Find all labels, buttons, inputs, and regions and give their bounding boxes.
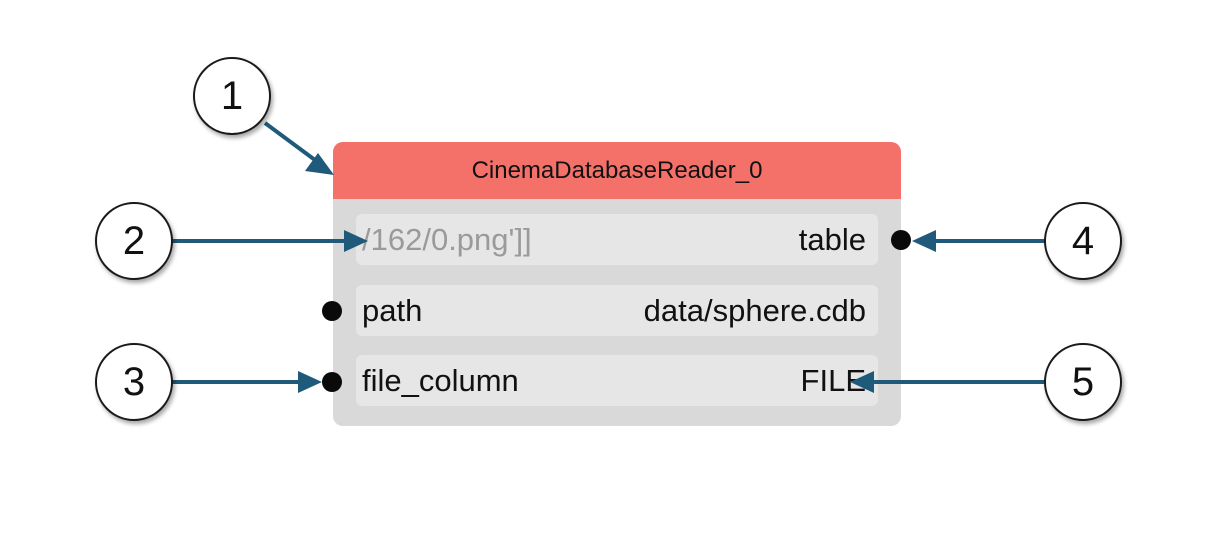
callout-1: 1 xyxy=(193,57,271,135)
output-row: /162/0.png']] table xyxy=(356,214,878,265)
path-row[interactable]: path data/sphere.cdb xyxy=(356,285,878,336)
cinema-database-reader-node[interactable]: CinemaDatabaseReader_0 /162/0.png']] tab… xyxy=(333,142,901,426)
arrowhead-3 xyxy=(298,371,322,393)
output-port-label: table xyxy=(798,221,866,257)
file-column-value[interactable]: FILE xyxy=(801,363,866,399)
callout-3: 3 xyxy=(95,343,173,421)
arrowhead-4 xyxy=(912,230,936,252)
input-port-path[interactable] xyxy=(322,301,342,321)
file-column-label: file_column xyxy=(362,362,519,398)
callout-2: 2 xyxy=(95,202,173,280)
arrow-1 xyxy=(263,121,317,162)
path-label: path xyxy=(362,292,423,328)
input-port-file-column[interactable] xyxy=(322,372,342,392)
file-column-row[interactable]: file_column FILE xyxy=(356,355,878,406)
output-preview: /162/0.png']] xyxy=(362,221,532,257)
callout-4: 4 xyxy=(1044,202,1122,280)
arrowhead-1 xyxy=(305,153,334,175)
node-title: CinemaDatabaseReader_0 xyxy=(333,142,901,199)
path-value[interactable]: data/sphere.cdb xyxy=(644,293,866,329)
callout-5: 5 xyxy=(1044,343,1122,421)
output-port-table[interactable] xyxy=(891,230,911,250)
